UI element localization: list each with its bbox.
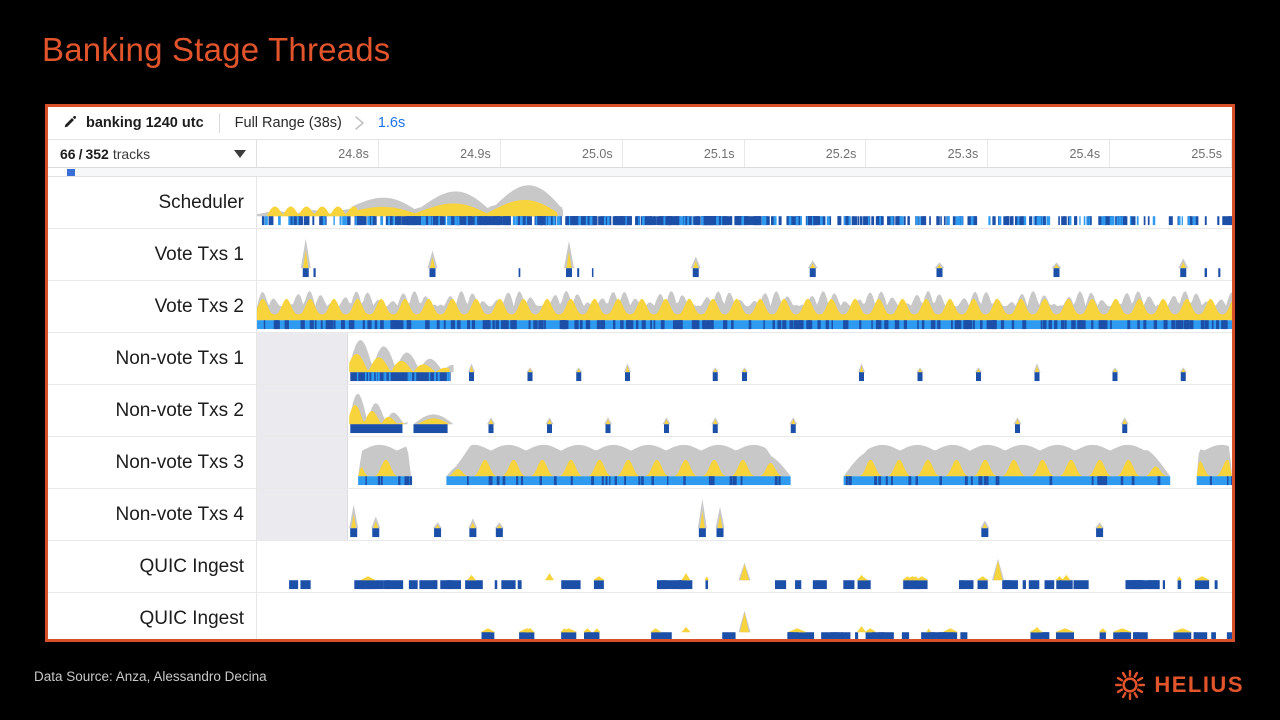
- ruler-row: 66 / 352 tracks 24.8s 24.9s 25.0s 25.1s 25.2…: [48, 140, 1232, 168]
- track-timeline[interactable]: [257, 593, 1232, 639]
- track-label-non-vote-txs-3[interactable]: Non-vote Txs 3: [48, 437, 257, 488]
- track-timeline[interactable]: [257, 385, 1232, 436]
- track-label-non-vote-txs-2[interactable]: Non-vote Txs 2: [48, 385, 257, 436]
- track-timeline[interactable]: [257, 281, 1232, 332]
- trace-name-label[interactable]: banking 1240 utc: [86, 115, 204, 131]
- visible-track-count: 66: [60, 145, 76, 162]
- track-timeline[interactable]: [257, 489, 1232, 540]
- data-source-caption: Data Source: Anza, Alessandro Decina: [34, 669, 267, 684]
- page-title: Banking Stage Threads: [42, 31, 391, 68]
- track-waveform: [358, 444, 1232, 486]
- track-timeline[interactable]: [257, 229, 1232, 280]
- trace-viewer-panel: banking 1240 utc Full Range (38s) 1.6s 6…: [45, 104, 1235, 642]
- ruler-tick: 25.1s: [623, 140, 745, 167]
- helius-sun-icon: [1115, 670, 1146, 700]
- total-track-count: 352: [85, 145, 109, 162]
- track-list: Scheduler Vote Txs 1 Vote Txs 2 Non-vote Tx…: [48, 177, 1232, 639]
- track-row[interactable]: Vote Txs 2: [48, 281, 1232, 333]
- track-row[interactable]: Non-vote Txs 3: [48, 437, 1232, 489]
- track-label-vote-txs-2[interactable]: Vote Txs 2: [48, 281, 257, 332]
- track-timeline[interactable]: [257, 437, 1232, 488]
- tracks-count-selector[interactable]: 66 / 352 tracks: [48, 140, 257, 167]
- ruler-tick: 24.8s: [257, 140, 379, 167]
- count-separator: /: [78, 145, 83, 162]
- track-waveform: [289, 558, 1218, 590]
- track-label-vote-txs-1[interactable]: Vote Txs 1: [48, 229, 257, 280]
- caret-down-icon[interactable]: [234, 149, 246, 158]
- toolbar-divider: [218, 113, 220, 133]
- track-waveform: [257, 185, 1232, 226]
- ruler-tick: 25.0s: [501, 140, 623, 167]
- track-label-scheduler[interactable]: Scheduler: [48, 177, 257, 228]
- pencil-icon[interactable]: [62, 115, 78, 131]
- time-ruler[interactable]: 24.8s 24.9s 25.0s 25.1s 25.2s 25.3s 25.4s 25.5s: [257, 140, 1232, 167]
- track-waveform: [349, 498, 1105, 538]
- track-row[interactable]: Non-vote Txs 2: [48, 385, 1232, 437]
- track-label-quic-ingest[interactable]: QUIC Ingest: [48, 541, 257, 592]
- helius-logo: HELIUS: [1115, 670, 1244, 700]
- track-timeline[interactable]: [257, 541, 1232, 592]
- ruler-tick: 25.5s: [1110, 140, 1232, 167]
- track-label-non-vote-txs-4[interactable]: Non-vote Txs 4: [48, 489, 257, 540]
- track-row[interactable]: Vote Txs 1: [48, 229, 1232, 281]
- chevron-right-icon: [355, 116, 364, 130]
- ruler-tick: 25.3s: [866, 140, 989, 167]
- track-waveform: [257, 290, 1232, 330]
- tracks-word-label: tracks: [112, 145, 151, 162]
- full-range-breadcrumb[interactable]: Full Range (38s): [235, 115, 342, 131]
- helius-wordmark: HELIUS: [1154, 672, 1244, 697]
- toolbar: banking 1240 utc Full Range (38s) 1.6s: [48, 107, 1232, 140]
- track-row[interactable]: Non-vote Txs 4: [48, 489, 1232, 541]
- track-row[interactable]: QUIC Ingest: [48, 541, 1232, 593]
- track-timeline[interactable]: [257, 333, 1232, 384]
- track-waveform: [349, 393, 1129, 434]
- scrollbar-gutter: [48, 168, 67, 176]
- track-row[interactable]: Non-vote Txs 1: [48, 333, 1232, 385]
- track-waveform: [349, 340, 1187, 382]
- track-waveform: [480, 610, 1232, 639]
- ruler-tick: 24.9s: [379, 140, 501, 167]
- track-label-quic-ingest[interactable]: QUIC Ingest: [48, 593, 257, 639]
- ruler-tick: 25.4s: [988, 140, 1111, 167]
- track-timeline[interactable]: [257, 177, 1232, 228]
- scrollbar-thumb[interactable]: [67, 169, 75, 176]
- horizontal-scrollbar[interactable]: [48, 168, 1232, 177]
- track-label-non-vote-txs-1[interactable]: Non-vote Txs 1: [48, 333, 257, 384]
- track-row[interactable]: QUIC Ingest: [48, 593, 1232, 639]
- track-row[interactable]: Scheduler: [48, 177, 1232, 229]
- track-waveform: [300, 238, 1221, 278]
- ruler-tick: 25.2s: [745, 140, 867, 167]
- current-range-breadcrumb[interactable]: 1.6s: [378, 115, 405, 131]
